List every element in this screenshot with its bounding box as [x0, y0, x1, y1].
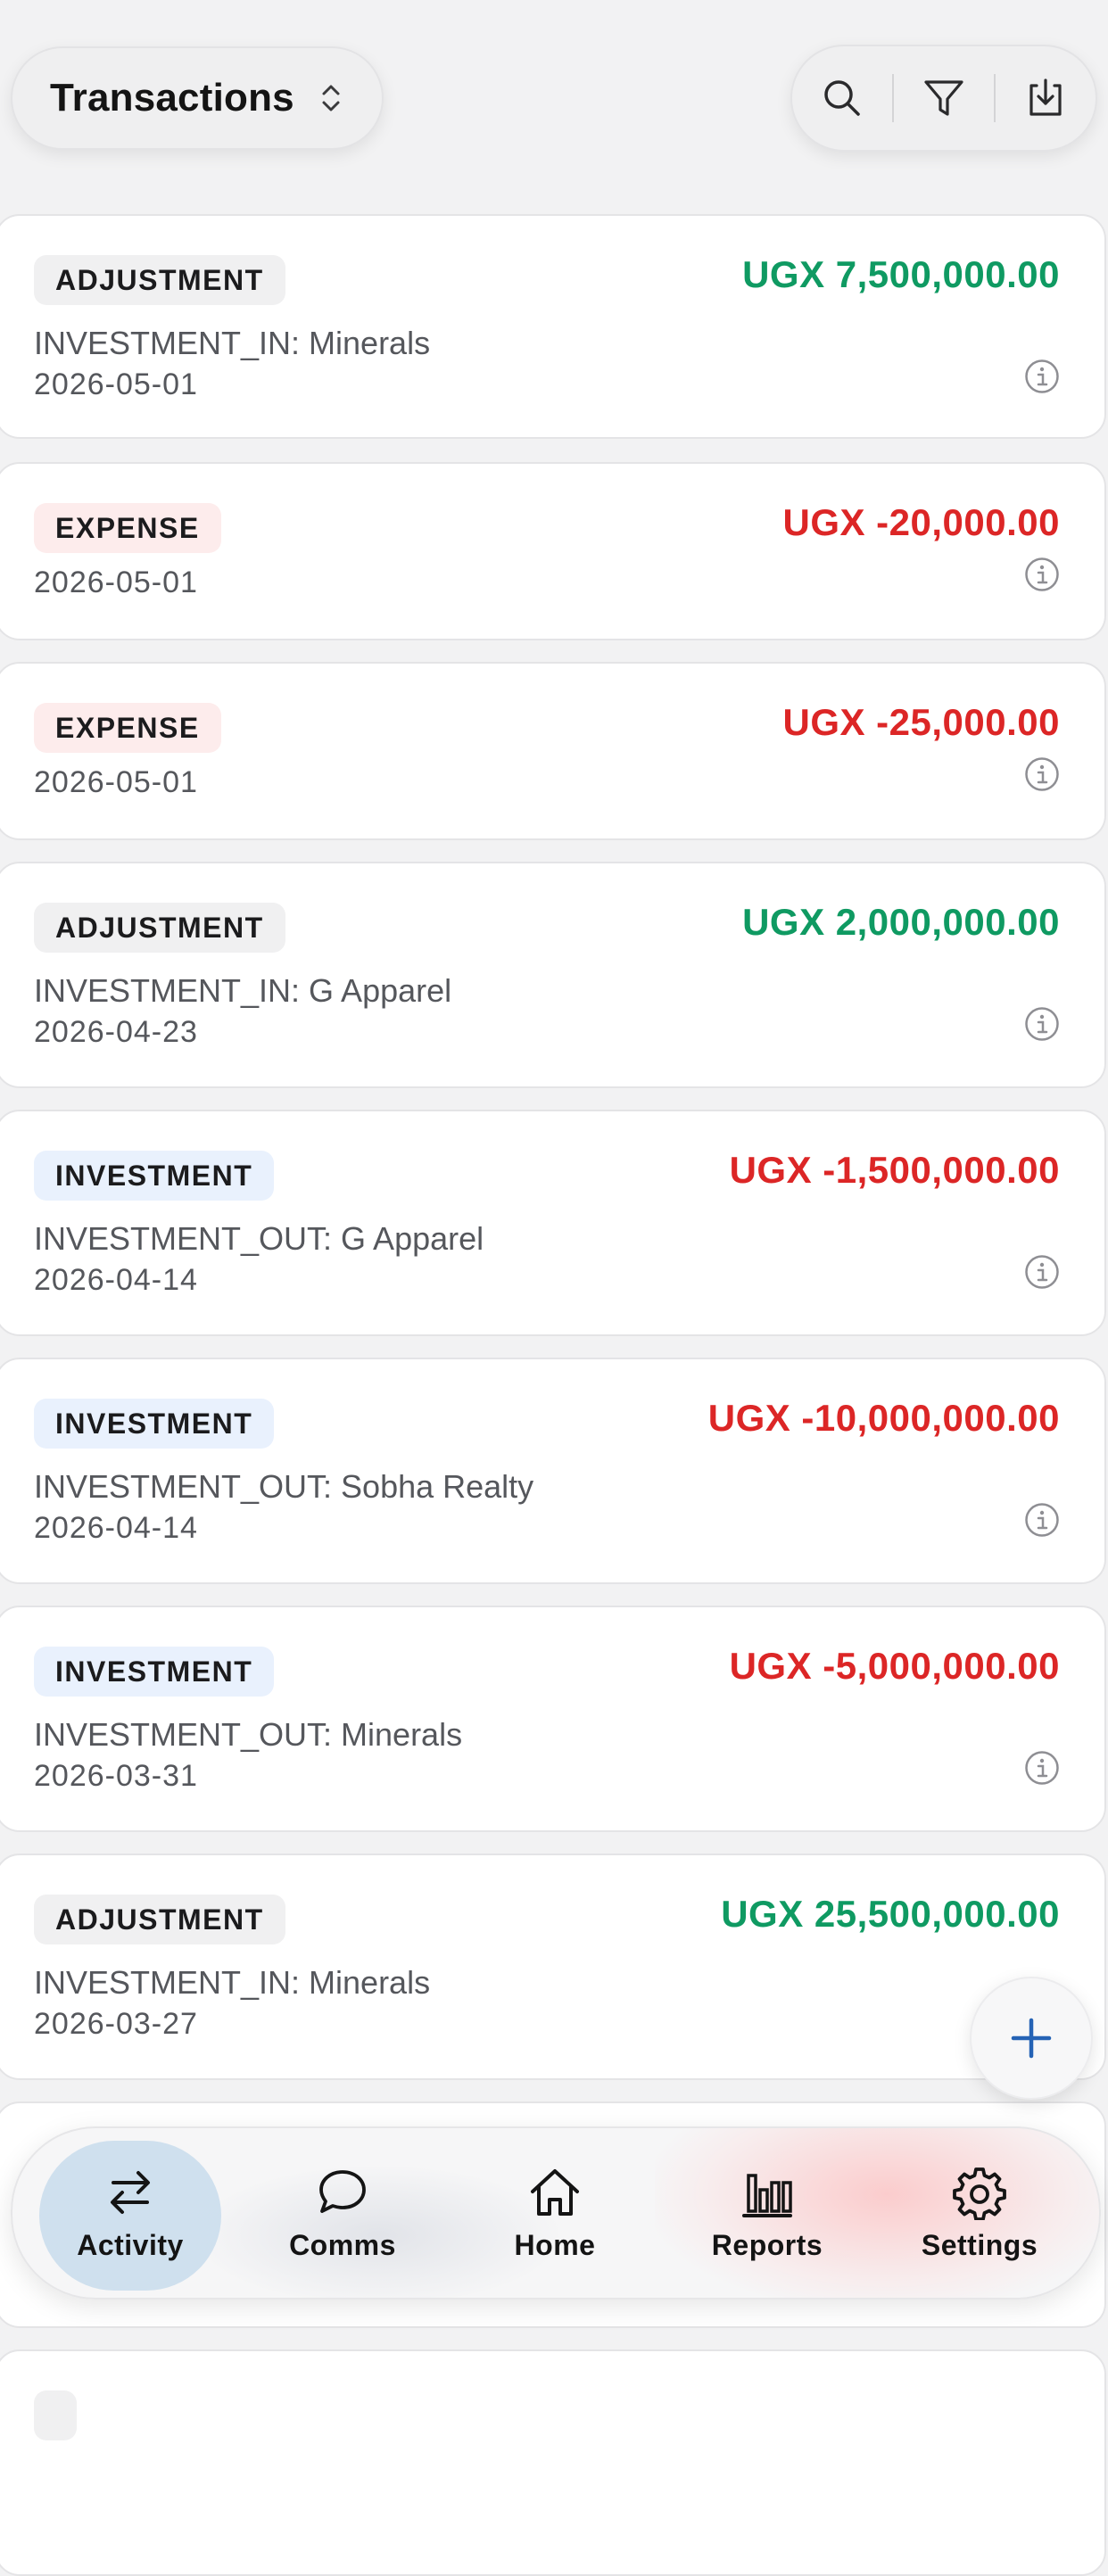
page-title: Transactions: [50, 76, 294, 120]
transaction-type-badge: INVESTMENT: [34, 1151, 275, 1201]
search-button[interactable]: [792, 46, 892, 150]
transaction-type-badge: [34, 2390, 77, 2440]
home-icon: [531, 2168, 579, 2216]
nav-item-settings[interactable]: Settings: [873, 2128, 1086, 2298]
nav-item-home[interactable]: Home: [449, 2128, 661, 2298]
gear-icon: [953, 2167, 1006, 2220]
info-icon[interactable]: [1024, 1006, 1060, 1042]
transaction-date: 2026-03-27: [34, 2007, 198, 2041]
export-button[interactable]: [996, 46, 1096, 150]
transaction-amount: UGX -1,500,000.00: [729, 1149, 1060, 1191]
transaction-description: INVESTMENT_IN: Minerals: [34, 325, 431, 361]
transaction-card[interactable]: ADJUSTMENT UGX 25,500,000.00 INVESTMENT_…: [0, 1854, 1106, 2080]
transaction-amount: UGX 2,000,000.00: [742, 901, 1060, 943]
transaction-date: 2026-04-23: [34, 1015, 198, 1049]
transaction-amount: UGX -10,000,000.00: [707, 1397, 1060, 1439]
transaction-type-badge: ADJUSTMENT: [34, 903, 285, 953]
transaction-date: 2026-05-01: [34, 765, 198, 799]
transaction-card[interactable]: ADJUSTMENT UGX 7,500,000.00 INVESTMENT_I…: [0, 214, 1106, 439]
transaction-card[interactable]: ADJUSTMENT UGX 2,000,000.00 INVESTMENT_I…: [0, 862, 1106, 1088]
transaction-date: 2026-05-01: [34, 566, 198, 599]
info-icon[interactable]: [1024, 1750, 1060, 1786]
bottom-nav: Activity Comms Home Reports Settings: [11, 2126, 1101, 2299]
nav-label: Activity: [77, 2228, 184, 2261]
transaction-type-badge: INVESTMENT: [34, 1647, 275, 1697]
transaction-card[interactable]: [0, 2349, 1106, 2576]
transaction-card[interactable]: EXPENSE UGX -25,000.00 2026-05-01: [0, 662, 1106, 840]
nav-label: Comms: [289, 2228, 396, 2261]
transaction-type-badge: INVESTMENT: [34, 1399, 275, 1449]
transaction-type-badge: ADJUSTMENT: [34, 255, 285, 305]
transaction-amount: UGX 25,500,000.00: [721, 1893, 1060, 1935]
info-icon[interactable]: [1024, 756, 1060, 792]
nav-label: Reports: [711, 2228, 823, 2261]
transaction-card[interactable]: INVESTMENT UGX -1,500,000.00 INVESTMENT_…: [0, 1110, 1106, 1336]
title-dropdown[interactable]: Transactions: [11, 46, 384, 150]
transaction-amount: UGX -5,000,000.00: [729, 1645, 1060, 1687]
filter-icon: [924, 80, 963, 116]
search-icon: [824, 80, 860, 116]
transaction-description: INVESTMENT_IN: G Apparel: [34, 972, 452, 1009]
transaction-description: INVESTMENT_OUT: Sobha Realty: [34, 1468, 534, 1505]
chevron-up-down-icon: [322, 85, 340, 111]
transaction-date: 2026-05-01: [34, 367, 198, 401]
transaction-amount: UGX -25,000.00: [782, 701, 1060, 743]
transaction-type-badge: ADJUSTMENT: [34, 1895, 285, 1944]
transaction-amount: UGX 7,500,000.00: [742, 253, 1060, 295]
nav-item-activity[interactable]: Activity: [24, 2128, 236, 2298]
nav-item-reports[interactable]: Reports: [661, 2128, 873, 2298]
info-icon[interactable]: [1024, 359, 1060, 394]
info-icon[interactable]: [1024, 1254, 1060, 1290]
info-icon[interactable]: [1024, 557, 1060, 592]
transaction-description: INVESTMENT_OUT: Minerals: [34, 1716, 463, 1753]
transaction-date: 2026-04-14: [34, 1511, 198, 1545]
toolbar-actions: [790, 45, 1097, 152]
transaction-type-badge: EXPENSE: [34, 503, 221, 553]
transaction-card[interactable]: INVESTMENT UGX -5,000,000.00 INVESTMENT_…: [0, 1606, 1106, 1832]
transaction-description: INVESTMENT_IN: Minerals: [34, 1964, 431, 2001]
bar-chart-icon: [742, 2173, 792, 2217]
download-icon: [1029, 78, 1062, 116]
transaction-description: INVESTMENT_OUT: G Apparel: [34, 1220, 484, 1257]
transaction-type-badge: EXPENSE: [34, 703, 221, 753]
nav-item-comms[interactable]: Comms: [236, 2128, 449, 2298]
filter-button[interactable]: [894, 46, 994, 150]
transaction-date: 2026-04-14: [34, 1263, 198, 1297]
info-icon[interactable]: [1024, 1502, 1060, 1538]
transaction-amount: UGX -20,000.00: [782, 501, 1060, 543]
chat-bubble-icon: [319, 2169, 366, 2213]
transaction-card[interactable]: INVESTMENT UGX -10,000,000.00 INVESTMENT…: [0, 1358, 1106, 1584]
nav-label: Settings: [921, 2228, 1038, 2261]
nav-label: Home: [514, 2228, 596, 2261]
arrows-exchange-icon: [111, 2170, 150, 2214]
add-transaction-button[interactable]: [970, 1977, 1093, 2100]
plus-icon: [1011, 2018, 1052, 2059]
transaction-card[interactable]: EXPENSE UGX -20,000.00 2026-05-01: [0, 462, 1106, 640]
transaction-date: 2026-03-31: [34, 1759, 198, 1793]
